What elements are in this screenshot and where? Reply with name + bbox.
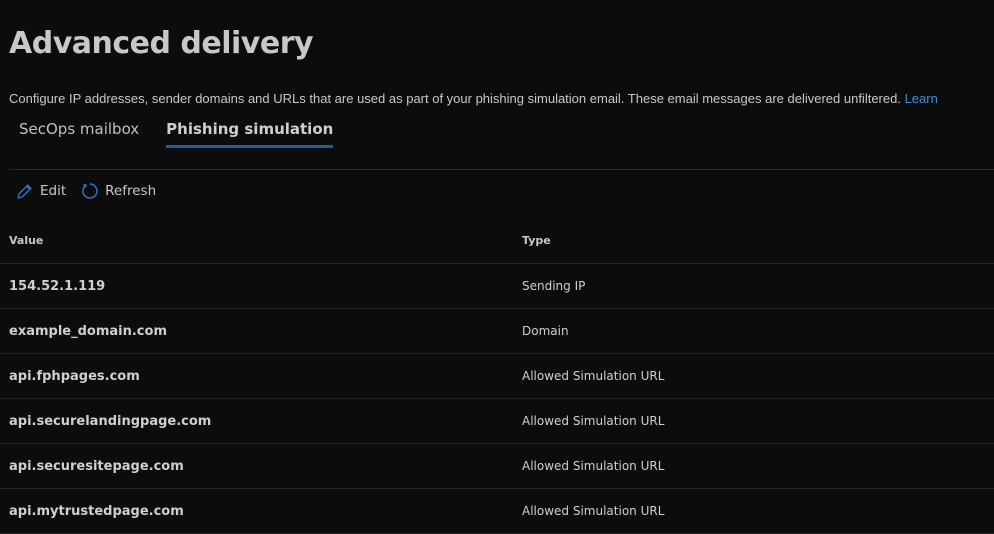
edit-label: Edit xyxy=(40,183,67,199)
page-title: Advanced delivery xyxy=(9,26,314,61)
table-row[interactable]: 154.52.1.119 Sending IP xyxy=(0,263,994,309)
toolbar: Edit Refresh xyxy=(16,182,156,200)
type-cell: Allowed Simulation URL xyxy=(521,398,994,444)
value-cell: 154.52.1.119 xyxy=(0,263,521,309)
pencil-icon xyxy=(17,183,32,199)
type-cell: Allowed Simulation URL xyxy=(521,443,994,489)
refresh-button[interactable]: Refresh xyxy=(80,182,156,200)
page-description: Configure IP addresses, sender domains a… xyxy=(9,91,938,106)
table-row[interactable]: api.securelandingpage.com Allowed Simulat… xyxy=(0,398,994,444)
table-row[interactable]: api.mytrustedpage.com Allowed Simulation … xyxy=(0,488,994,534)
value-cell: example_domain.com xyxy=(0,308,521,354)
description-text: Configure IP addresses, sender domains a… xyxy=(9,91,901,106)
type-cell: Sending IP xyxy=(521,263,994,309)
edit-button[interactable]: Edit xyxy=(16,183,66,200)
refresh-label: Refresh xyxy=(105,183,157,199)
value-cell: api.securelandingpage.com xyxy=(0,398,521,444)
tab-secops-mailbox[interactable]: SecOps mailbox xyxy=(19,120,139,148)
value-cell: api.fphpages.com xyxy=(0,353,521,399)
type-cell: Allowed Simulation URL xyxy=(521,488,994,534)
learn-more-link[interactable]: Learn xyxy=(905,91,938,106)
column-header-value[interactable]: Value xyxy=(0,218,521,264)
table-row[interactable]: api.fphpages.com Allowed Simulation URL xyxy=(0,353,994,399)
table-row[interactable]: api.securesitepage.com Allowed Simulation… xyxy=(0,443,994,489)
type-cell: Domain xyxy=(521,308,994,354)
type-cell: Allowed Simulation URL xyxy=(521,353,994,399)
tab-phishing-simulation[interactable]: Phishing simulation xyxy=(166,120,334,148)
refresh-icon xyxy=(82,183,98,199)
value-cell: api.securesitepage.com xyxy=(0,443,521,489)
tab-bar: SecOps mailbox Phishing simulation xyxy=(19,120,334,148)
divider xyxy=(9,169,994,170)
value-cell: api.mytrustedpage.com xyxy=(0,488,521,534)
table-row[interactable]: example_domain.com Domain xyxy=(0,308,994,354)
entries-table: Value Type 154.52.1.119 Sending IP exampl… xyxy=(0,218,994,534)
column-header-type[interactable]: Type xyxy=(521,218,994,264)
